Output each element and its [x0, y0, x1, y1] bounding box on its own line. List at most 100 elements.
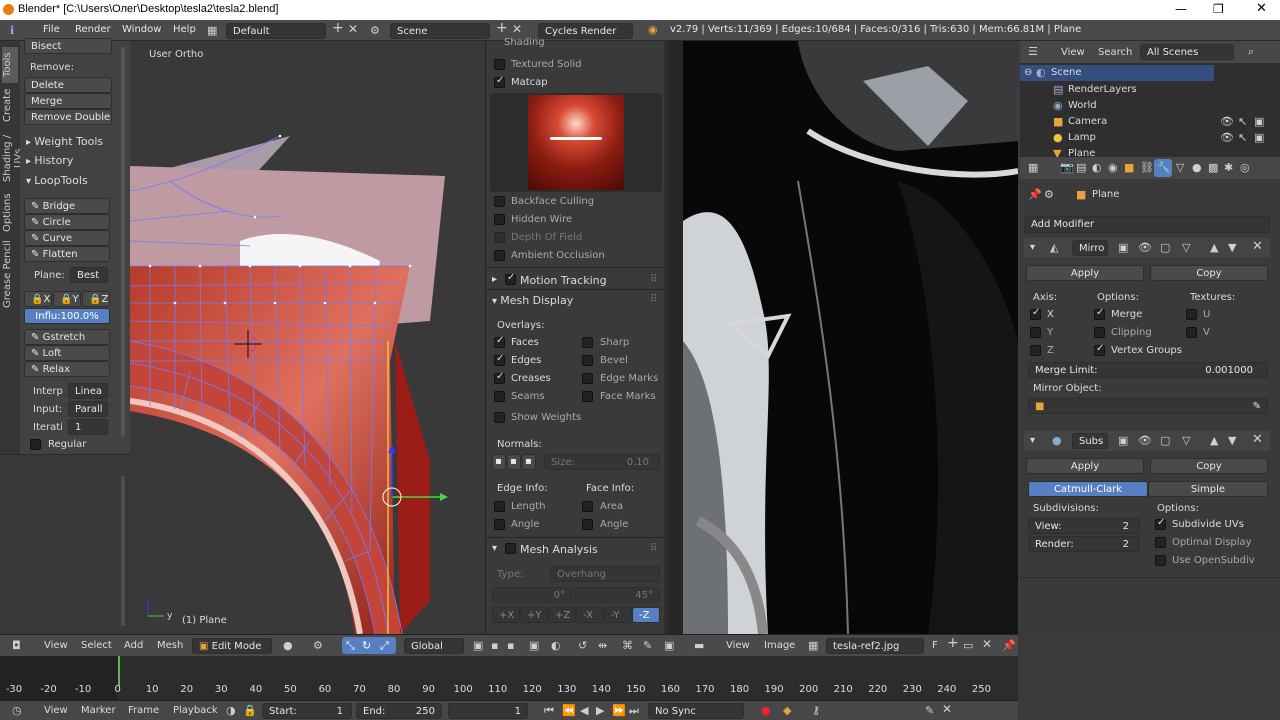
- remove-layout-icon[interactable]: ✕: [348, 23, 358, 35]
- motion-tracking-expand-icon[interactable]: ▸: [492, 274, 497, 285]
- bridge-button[interactable]: ✎ Bridge: [24, 198, 110, 214]
- move-down-icon[interactable]: ▼: [1228, 435, 1236, 446]
- iterations-selector[interactable]: 1: [68, 419, 108, 435]
- collapse-icon[interactable]: ▾: [1030, 242, 1035, 253]
- minimize-icon[interactable]: —: [1175, 2, 1187, 16]
- play-reverse-icon[interactable]: ◀: [580, 705, 588, 716]
- particles-tab-icon[interactable]: ✱: [1224, 162, 1233, 173]
- snap-element-icon[interactable]: ✎: [643, 640, 652, 651]
- simple-toggle[interactable]: Simple: [1148, 481, 1268, 497]
- outliner-item-renderlayers[interactable]: RenderLayers: [1068, 84, 1137, 95]
- split-normals-toggle[interactable]: ▪: [507, 454, 521, 470]
- timeline-menu-marker[interactable]: Marker: [81, 705, 116, 716]
- merge-checkbox[interactable]: [1094, 307, 1105, 320]
- lock-z-toggle[interactable]: 🔒Z: [82, 291, 110, 307]
- cage-toggle-icon[interactable]: ▽: [1182, 242, 1190, 253]
- catmull-clark-toggle[interactable]: Catmull-Clark: [1028, 481, 1148, 497]
- subsurf-name-field[interactable]: Subs: [1072, 433, 1108, 449]
- current-frame-field[interactable]: 1: [448, 703, 528, 719]
- merge-button[interactable]: Merge: [24, 93, 112, 109]
- matcap-preview-frame[interactable]: [490, 93, 662, 192]
- viewport-shading-icon[interactable]: ●: [283, 640, 293, 651]
- render-camera-icon[interactable]: ▣: [1254, 132, 1264, 143]
- outliner-menu-view[interactable]: View: [1061, 47, 1085, 58]
- drag-grip-icon[interactable]: ⠿: [650, 543, 657, 554]
- layers-tab-icon[interactable]: ▤: [1076, 162, 1086, 173]
- overhang-max-field[interactable]: 45°: [574, 587, 660, 603]
- add-scene-icon[interactable]: +: [496, 21, 508, 35]
- axis-z-checkbox[interactable]: [1030, 345, 1041, 356]
- constraints-tab-icon[interactable]: ⛓: [1140, 162, 1154, 173]
- wrench-icon[interactable]: 🔧: [1157, 162, 1171, 173]
- image-editor[interactable]: [668, 41, 1019, 635]
- mirror-icon[interactable]: ⇹: [598, 640, 607, 651]
- image-editor-icon[interactable]: ▬: [694, 640, 704, 651]
- scale-manipulator-icon[interactable]: ⤢: [380, 640, 389, 651]
- axis-plus-z-button[interactable]: +Z: [548, 607, 576, 623]
- circle-button[interactable]: ✎ Circle: [24, 214, 110, 230]
- maximize-icon[interactable]: ❐: [1213, 2, 1224, 16]
- edges-checkbox[interactable]: [494, 353, 505, 366]
- remove-scene-icon[interactable]: ✕: [512, 23, 522, 35]
- render-toggle-icon[interactable]: ▣: [1118, 435, 1128, 446]
- world-tab-icon[interactable]: ◉: [1108, 162, 1118, 173]
- show-weights-checkbox[interactable]: [494, 412, 505, 423]
- clipping-checkbox[interactable]: [1094, 327, 1105, 338]
- area-checkbox[interactable]: [582, 501, 593, 512]
- mode-selector[interactable]: ▣ Edit Mode: [192, 638, 272, 654]
- face-select-icon[interactable]: ▣: [529, 640, 539, 651]
- lock-icon[interactable]: 🔒: [243, 705, 257, 716]
- end-frame-field[interactable]: End: 250: [356, 703, 442, 719]
- key-insert-icon[interactable]: ⚷: [812, 705, 820, 716]
- input-selector[interactable]: Parall: [68, 401, 108, 417]
- pencil-tool-icon[interactable]: ✎: [925, 705, 934, 716]
- mirror-object-field[interactable]: ■ ✎: [1028, 398, 1268, 414]
- regular-checkbox[interactable]: [30, 439, 41, 450]
- collapse-icon[interactable]: ▾: [1030, 435, 1035, 446]
- axis-minus-x-button[interactable]: -X: [576, 607, 604, 623]
- outliner-item-lamp[interactable]: Lamp: [1068, 132, 1096, 143]
- edge-angle-checkbox[interactable]: [494, 519, 505, 530]
- scene-icon[interactable]: ⚙: [370, 25, 380, 36]
- seams-checkbox[interactable]: [494, 391, 505, 402]
- relax-button[interactable]: ✎ Relax: [24, 361, 110, 377]
- axis-x-checkbox[interactable]: [1030, 307, 1041, 320]
- sync-mode-selector[interactable]: No Sync: [648, 703, 744, 719]
- mirror-apply-button[interactable]: Apply: [1026, 265, 1144, 281]
- normal-size-field[interactable]: Size: 0.10: [544, 454, 660, 470]
- close-window-icon[interactable]: ✕: [1256, 1, 1267, 16]
- timeline-menu-frame[interactable]: Frame: [128, 705, 159, 716]
- open-image-icon[interactable]: ▭: [963, 640, 973, 651]
- menu-window[interactable]: Window: [122, 24, 161, 35]
- editmode-toggle-icon[interactable]: ▢: [1160, 435, 1170, 446]
- outliner-item-plane[interactable]: Plane: [1068, 148, 1095, 157]
- layout-selector[interactable]: Default: [226, 23, 326, 39]
- menu-render[interactable]: Render: [75, 24, 111, 35]
- reference-image-canvas[interactable]: [668, 41, 1019, 635]
- pivot-point-icon[interactable]: ⚙: [313, 640, 323, 651]
- faces-checkbox[interactable]: [494, 335, 505, 348]
- mirror-copy-button[interactable]: Copy: [1150, 265, 1268, 281]
- image-browse-icon[interactable]: ▦: [808, 640, 818, 651]
- vertex-groups-checkbox[interactable]: [1094, 343, 1105, 356]
- lock-y-toggle[interactable]: 🔒Y: [53, 291, 81, 307]
- new-image-icon[interactable]: +: [947, 636, 959, 650]
- texture-u-checkbox[interactable]: [1186, 309, 1197, 320]
- select-arrow-icon[interactable]: ↖: [1238, 116, 1247, 127]
- image-menu-view[interactable]: View: [726, 640, 750, 651]
- mesh-analysis-expand-icon[interactable]: ▾: [492, 543, 497, 554]
- length-checkbox[interactable]: [494, 501, 505, 512]
- render-tab-icon[interactable]: 📷: [1060, 162, 1074, 173]
- viewport-toggle-icon[interactable]: 👁: [1138, 242, 1152, 253]
- flatten-button[interactable]: ✎ Flatten: [24, 246, 110, 262]
- optimal-display-checkbox[interactable]: [1155, 537, 1166, 548]
- snap-icon[interactable]: ⌘: [622, 640, 633, 651]
- occlude-geometry-icon[interactable]: ◐: [551, 640, 561, 651]
- outliner-menu-search[interactable]: Search: [1098, 47, 1132, 58]
- transform-orientation-selector[interactable]: Global: [404, 638, 464, 654]
- pin-image-icon[interactable]: 📌: [1002, 640, 1016, 651]
- mesh-analysis-checkbox[interactable]: [505, 543, 516, 554]
- preview-range-icon[interactable]: ◑: [226, 705, 236, 716]
- influence-slider[interactable]: Influ:100.0%: [24, 308, 110, 324]
- move-up-icon[interactable]: ▲: [1210, 242, 1218, 253]
